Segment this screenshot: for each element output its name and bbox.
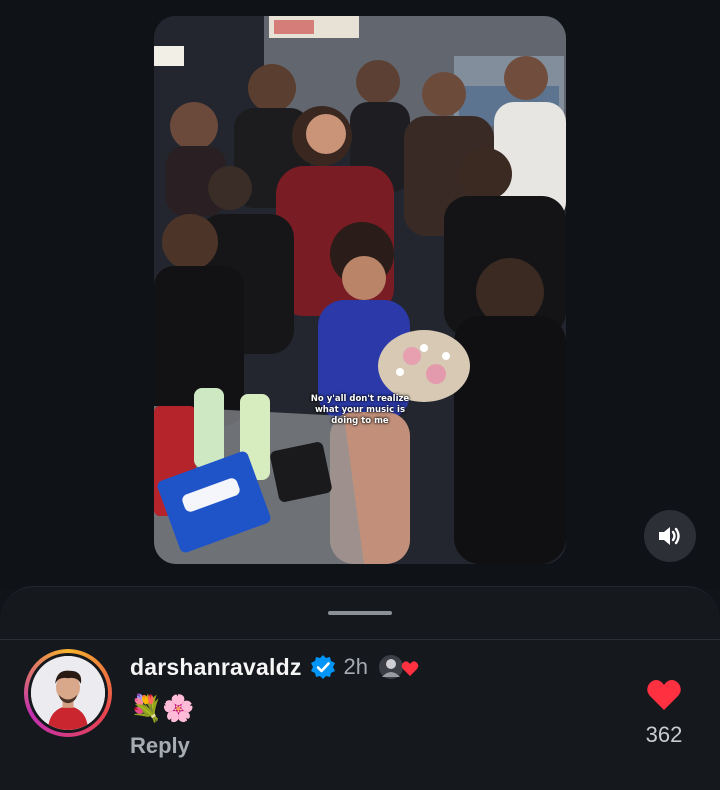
commenter-username[interactable]: darshanravaldz bbox=[130, 654, 302, 681]
comment-like-count: 362 bbox=[645, 722, 683, 747]
comment-text: 💐🌸 bbox=[130, 693, 195, 723]
speaker-icon bbox=[659, 527, 680, 545]
commenter-avatar[interactable] bbox=[24, 649, 112, 737]
heart-icon[interactable] bbox=[646, 678, 682, 712]
liked-by-creator-badge bbox=[376, 651, 422, 683]
reel-frame-illustration bbox=[154, 16, 566, 564]
creator-avatar-heart-icon bbox=[377, 653, 419, 681]
comment-header: darshanravaldz 2h bbox=[130, 651, 422, 683]
comments-sheet: darshanravaldz 2h 💐🌸 Reply bbox=[0, 586, 720, 790]
sheet-divider bbox=[0, 639, 720, 640]
reel-overlay-caption: No y'all don't realize what your music i… bbox=[310, 394, 410, 426]
sheet-drag-handle[interactable] bbox=[328, 611, 392, 615]
reel-video[interactable]: No y'all don't realize what your music i… bbox=[154, 16, 566, 564]
avatar-portrait bbox=[31, 656, 105, 730]
comment-timestamp: 2h bbox=[343, 654, 369, 679]
reply-button[interactable]: Reply bbox=[130, 733, 190, 759]
sound-toggle-button[interactable] bbox=[644, 510, 696, 562]
verified-badge-icon bbox=[310, 655, 335, 679]
reel-viewer: No y'all don't realize what your music i… bbox=[0, 0, 720, 590]
